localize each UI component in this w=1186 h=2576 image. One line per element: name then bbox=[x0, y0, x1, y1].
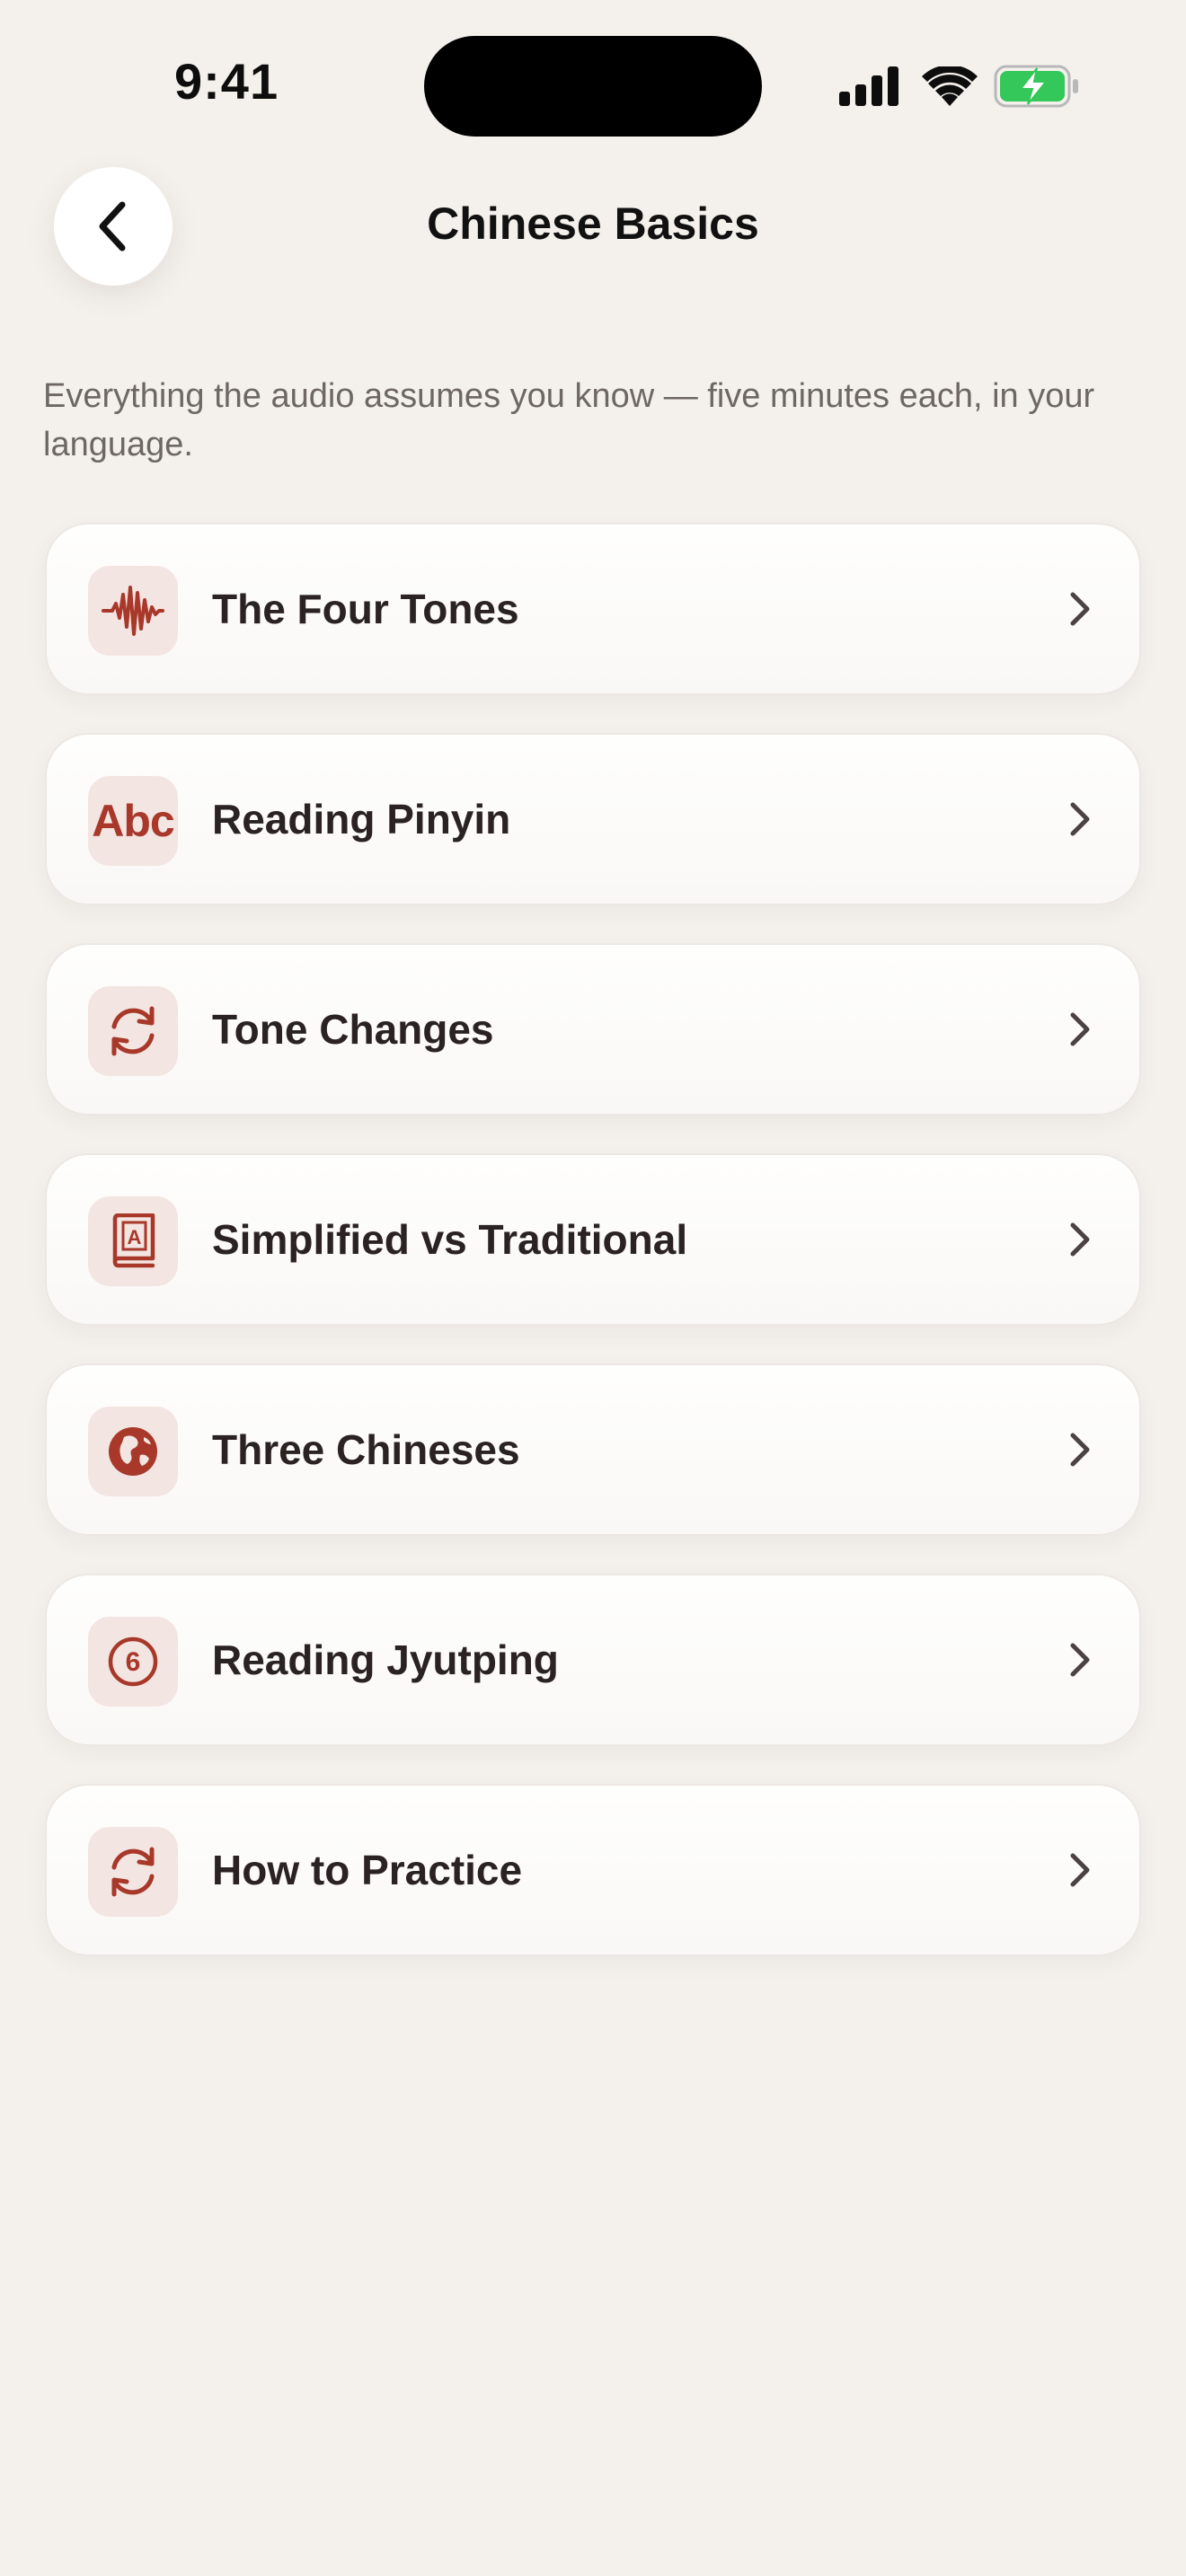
lesson-label: How to Practice bbox=[212, 1847, 523, 1893]
lesson-icon-tile: 6 bbox=[88, 1617, 178, 1707]
chevron-right-icon bbox=[1060, 1220, 1100, 1259]
chevron-right-icon bbox=[1060, 589, 1100, 629]
lesson-card-tone-changes[interactable]: Tone Changes bbox=[45, 943, 1141, 1116]
status-bar: 9:41 bbox=[0, 0, 1186, 171]
lesson-label: Reading Pinyin bbox=[212, 796, 511, 842]
lesson-label: The Four Tones bbox=[212, 586, 519, 632]
lesson-label: Simplified vs Traditional bbox=[212, 1216, 688, 1263]
lesson-icon-tile: Abc bbox=[88, 776, 178, 866]
lesson-label: Three Chineses bbox=[212, 1426, 520, 1473]
cellular-signal-icon bbox=[839, 66, 898, 106]
refresh-arrows-icon bbox=[111, 1006, 155, 1056]
chevron-right-icon bbox=[1060, 1010, 1100, 1049]
abc-icon: Abc bbox=[92, 796, 174, 846]
battery-charging-icon bbox=[994, 65, 1078, 108]
six-glyph: 6 bbox=[126, 1647, 141, 1677]
lesson-card-reading-pinyin[interactable]: Abc Reading Pinyin bbox=[45, 733, 1141, 905]
waveform-icon bbox=[102, 586, 164, 636]
lesson-card-four-tones[interactable]: The Four Tones bbox=[45, 523, 1141, 695]
lesson-icon-tile bbox=[88, 566, 178, 656]
lesson-card-simplified-vs-traditional[interactable]: A Simplified vs Traditional bbox=[45, 1153, 1141, 1326]
chevron-right-icon bbox=[1060, 1850, 1100, 1890]
lesson-icon-tile: A bbox=[88, 1196, 178, 1286]
book-glyph: A bbox=[128, 1226, 142, 1248]
lesson-card-three-chineses[interactable]: Three Chineses bbox=[45, 1363, 1141, 1536]
lesson-icon-tile bbox=[88, 1827, 178, 1917]
lesson-list: The Four Tones Abc Reading Pinyin Tone C… bbox=[45, 523, 1141, 1994]
chevron-right-icon bbox=[1060, 799, 1100, 839]
page-title: Chinese Basics bbox=[427, 198, 759, 249]
lesson-card-reading-jyutping[interactable]: 6 Reading Jyutping bbox=[45, 1574, 1141, 1746]
lesson-label: Reading Jyutping bbox=[212, 1636, 559, 1683]
character-book-icon: A bbox=[112, 1213, 155, 1268]
chevron-right-icon bbox=[1060, 1640, 1100, 1680]
status-time: 9:41 bbox=[174, 53, 279, 110]
lesson-icon-tile bbox=[88, 986, 178, 1076]
globe-asia-icon bbox=[109, 1427, 157, 1476]
wifi-icon bbox=[922, 66, 978, 106]
intro-text: Everything the audio assumes you know — … bbox=[43, 377, 1095, 463]
dynamic-island bbox=[424, 36, 762, 137]
status-icons bbox=[839, 65, 1080, 108]
lesson-card-how-to-practice[interactable]: How to Practice bbox=[45, 1784, 1141, 1956]
six-circle-icon: 6 bbox=[108, 1636, 158, 1687]
lesson-icon-tile bbox=[88, 1407, 178, 1496]
refresh-arrows-icon bbox=[111, 1847, 155, 1897]
lesson-label: Tone Changes bbox=[212, 1006, 494, 1053]
chevron-right-icon bbox=[1060, 1430, 1100, 1469]
